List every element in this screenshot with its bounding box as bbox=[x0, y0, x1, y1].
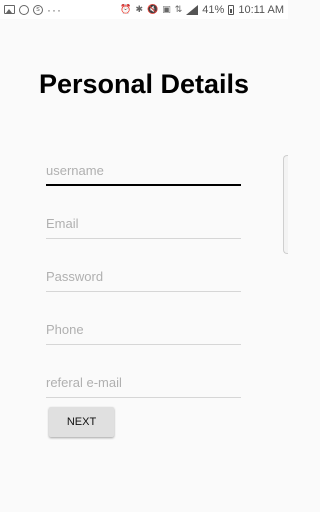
whatsapp-icon bbox=[19, 4, 29, 15]
phone-field[interactable] bbox=[46, 315, 241, 345]
signal-icon bbox=[186, 4, 199, 15]
more-notifications-icon: ··· bbox=[47, 2, 62, 17]
data-icon: ⇅ bbox=[174, 4, 183, 14]
status-bar: s ··· ⏰ ✱ 🔇 ▣ ⇅ 41% 10:11 AM bbox=[0, 0, 288, 19]
edge-panel-handle[interactable] bbox=[283, 155, 288, 254]
battery-percent: 41% bbox=[202, 3, 225, 16]
battery-icon bbox=[228, 4, 235, 15]
password-input[interactable] bbox=[46, 262, 241, 291]
username-input[interactable] bbox=[46, 156, 241, 184]
password-field[interactable] bbox=[46, 262, 241, 292]
status-left: s ··· bbox=[4, 3, 62, 17]
referal-email-field[interactable] bbox=[46, 368, 241, 398]
status-right: ⏰ ✱ 🔇 ▣ ⇅ 41% 10:11 AM bbox=[120, 4, 284, 16]
email-field[interactable] bbox=[46, 209, 241, 239]
phone-input[interactable] bbox=[46, 315, 241, 344]
mute-icon: 🔇 bbox=[147, 4, 159, 14]
email-input[interactable] bbox=[46, 209, 241, 238]
bluetooth-icon: ✱ bbox=[135, 4, 144, 14]
username-field[interactable] bbox=[46, 156, 241, 186]
clock: 10:11 AM bbox=[238, 3, 284, 16]
next-button[interactable]: NEXT bbox=[49, 407, 114, 437]
nfc-icon: ▣ bbox=[162, 4, 171, 14]
page-title: Personal Details bbox=[38, 69, 250, 99]
skype-icon: s bbox=[33, 4, 43, 15]
alarm-icon: ⏰ bbox=[120, 4, 132, 14]
referal-email-input[interactable] bbox=[46, 368, 241, 397]
image-icon bbox=[4, 5, 15, 14]
